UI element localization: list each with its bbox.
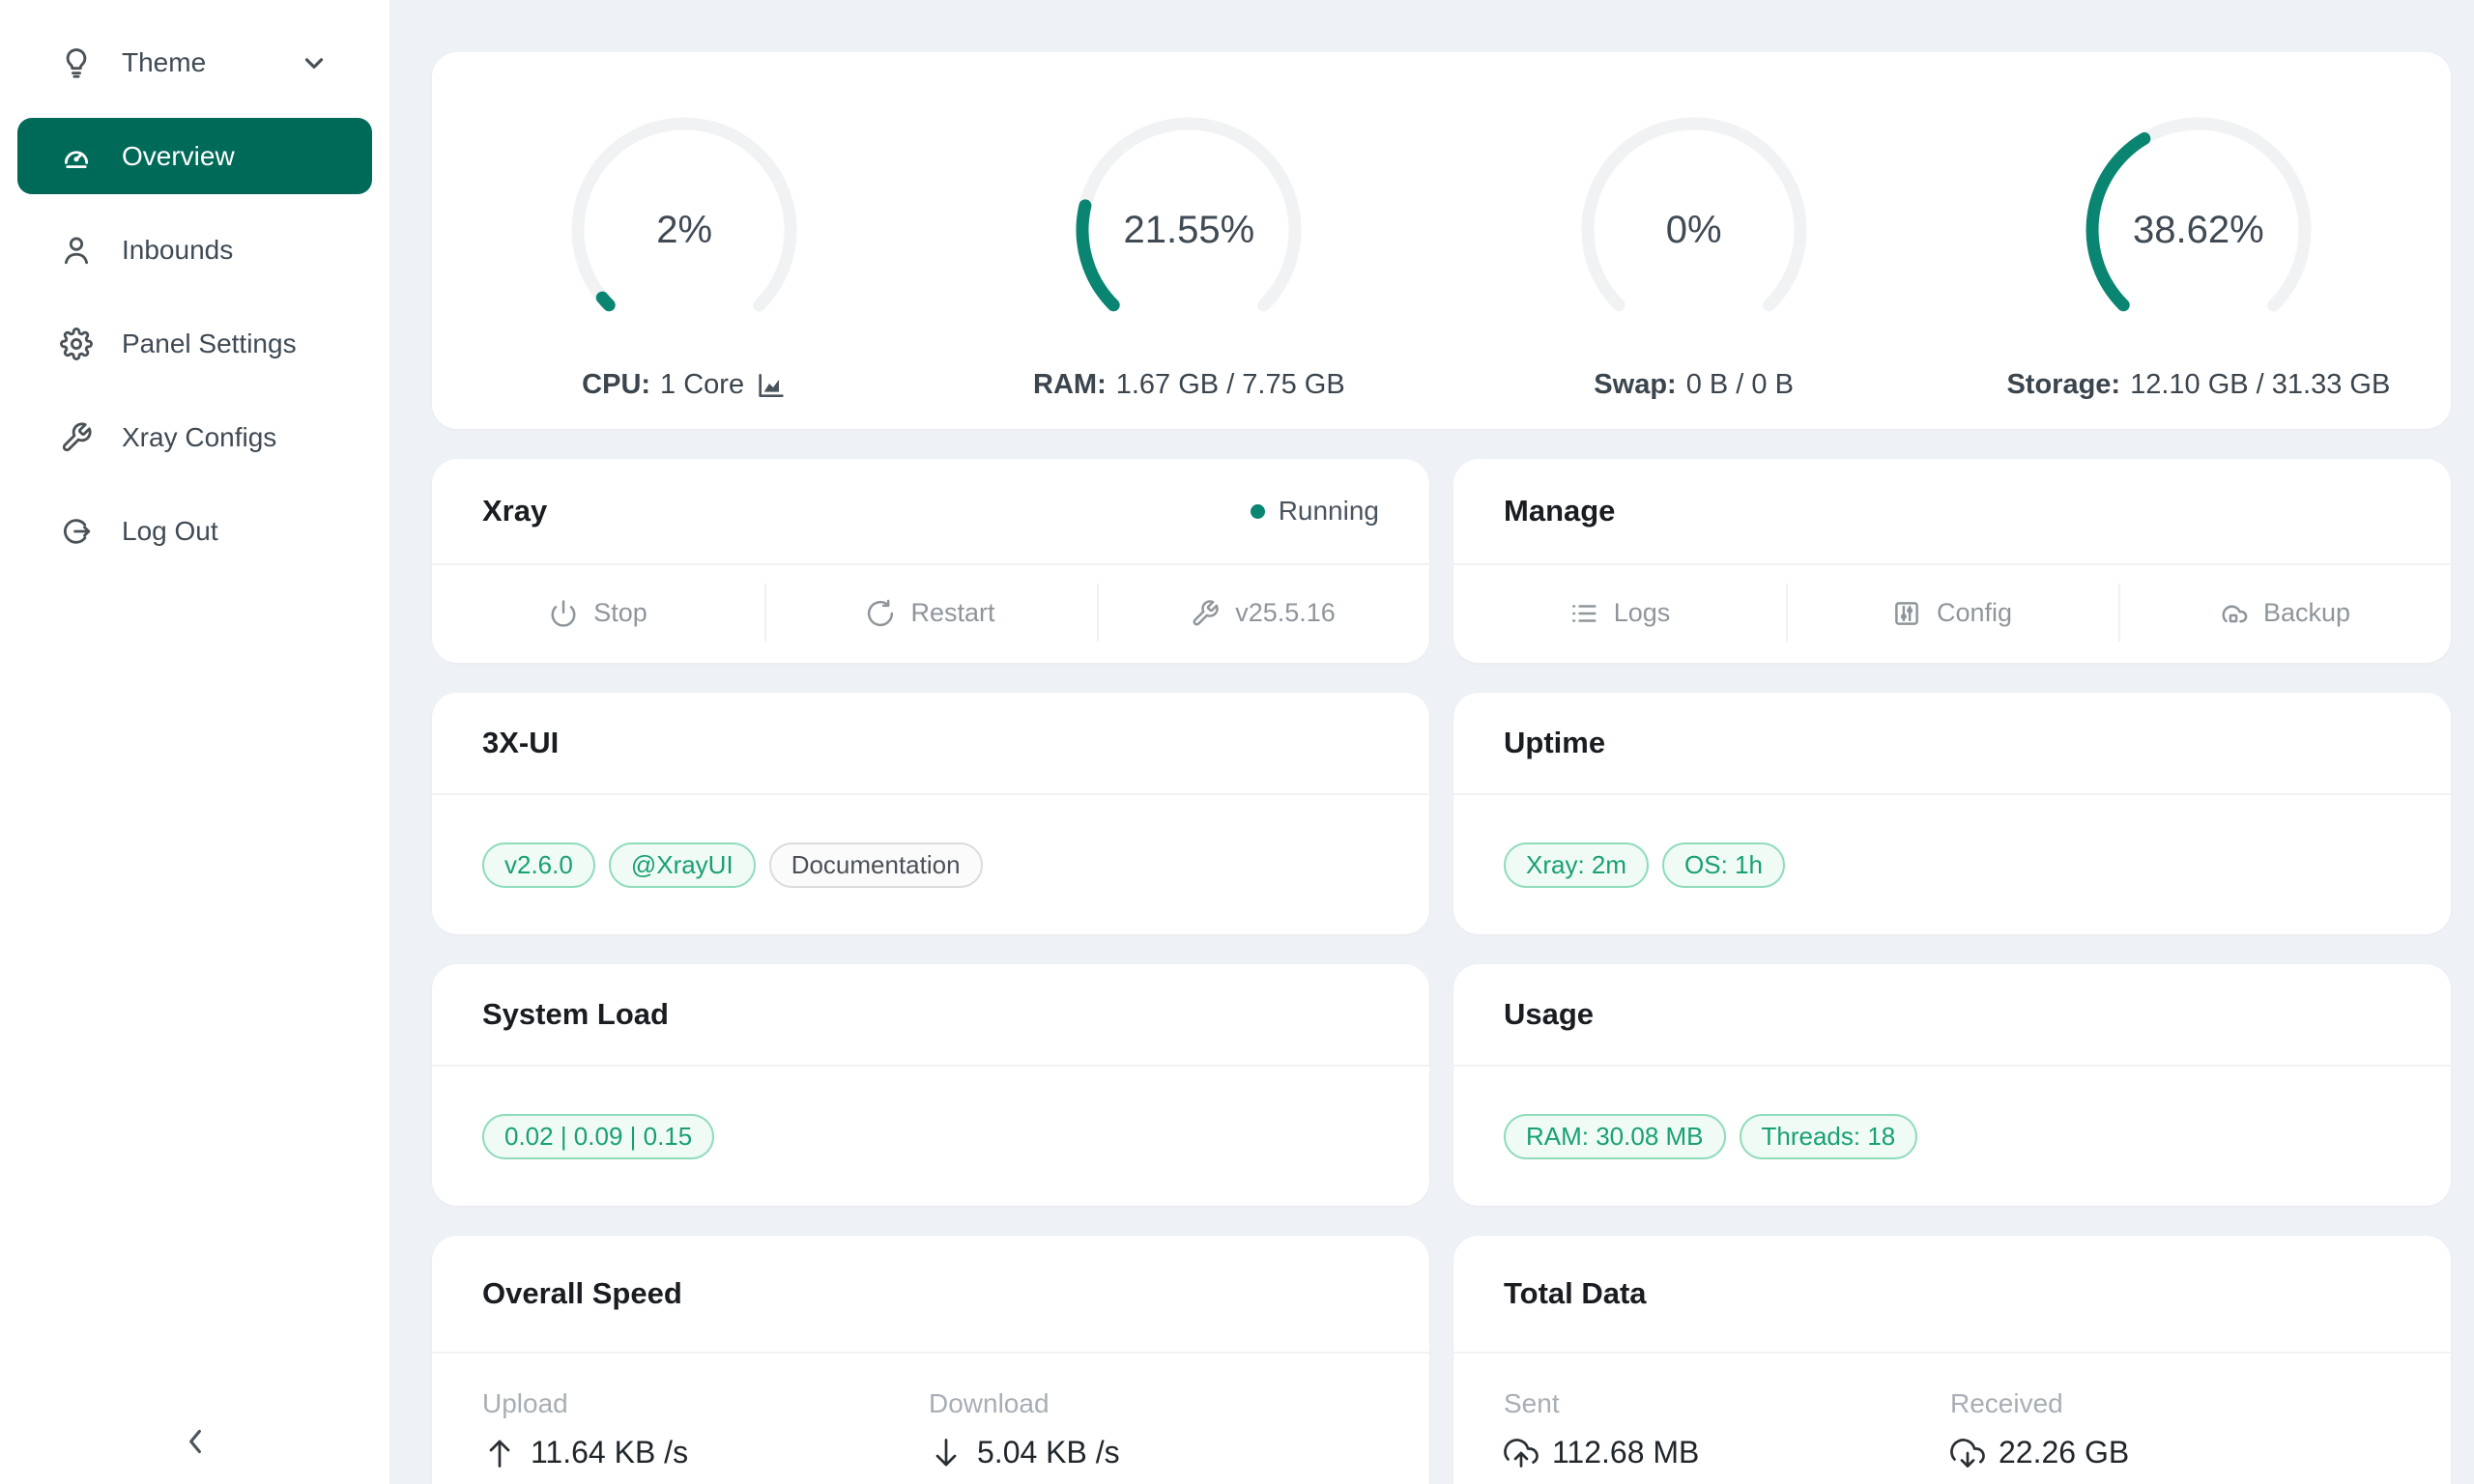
system-load-card: System Load 0.02 | 0.09 | 0.15 (432, 964, 1429, 1206)
uptime-card-title: Uptime (1504, 726, 1605, 760)
arrow-up-icon (482, 1436, 517, 1470)
received-stat: Received 22.26 GB (1950, 1388, 2397, 1470)
overall-speed-card-title: Overall Speed (482, 1276, 682, 1311)
logout-icon (60, 515, 93, 548)
system-gauges-card: 2% CPU: 1 Core 21.55% (432, 52, 2451, 429)
sent-stat: Sent 112.68 MB (1504, 1388, 1950, 1470)
ram-label: RAM: 1.67 GB / 7.75 GB (1033, 369, 1345, 401)
list-icon (1569, 599, 1598, 628)
swap-label: Swap: 0 B / 0 B (1594, 369, 1794, 401)
cpu-chart-icon[interactable] (756, 370, 787, 401)
manage-card: Manage Logs Config (1453, 459, 2451, 663)
logs-button[interactable]: Logs (1453, 565, 1786, 661)
restart-icon (866, 599, 895, 628)
total-data-card-title: Total Data (1504, 1276, 1647, 1311)
wrench-icon (1191, 599, 1220, 628)
sidebar-item-label: Log Out (122, 516, 218, 547)
usage-card-title: Usage (1504, 997, 1594, 1032)
overall-speed-card: Overall Speed Upload 11.64 KB /s Downl (432, 1236, 1429, 1484)
swap-percent: 0% (1578, 114, 1810, 346)
swap-gauge: 0% Swap: 0 B / 0 B (1442, 114, 1946, 401)
xui-card-title: 3X-UI (482, 726, 559, 760)
xray-status: Running (1251, 496, 1379, 527)
sidebar-item-label: Theme (122, 47, 206, 78)
main-content: 2% CPU: 1 Core 21.55% (389, 0, 2474, 1484)
ram-gauge: 21.55% RAM: 1.67 GB / 7.75 GB (936, 114, 1441, 401)
dashboard-page: Theme Overview Inbounds Panel Settings (0, 0, 2474, 1484)
total-data-card: Total Data Sent 112.68 MB Received (1453, 1236, 2451, 1484)
cloud-upload-icon (1504, 1436, 1539, 1470)
sidebar-item-theme[interactable]: Theme (17, 24, 372, 100)
system-load-card-title: System Load (482, 997, 669, 1032)
xray-version-button[interactable]: v25.5.16 (1097, 565, 1429, 661)
sidebar-item-label: Panel Settings (122, 328, 297, 359)
cpu-gauge: 2% CPU: 1 Core (432, 114, 936, 401)
xui-card: 3X-UI v2.6.0 @XrayUI Documentation (432, 693, 1429, 934)
gear-icon (60, 328, 93, 360)
cloud-backup-icon (2219, 599, 2248, 628)
upload-stat: Upload 11.64 KB /s (482, 1388, 929, 1470)
sliders-icon (1892, 599, 1921, 628)
backup-button[interactable]: Backup (2118, 565, 2451, 661)
storage-percent: 38.62% (2083, 114, 2315, 346)
chevron-down-icon (300, 48, 329, 77)
sidebar-item-xray-configs[interactable]: Xray Configs (17, 399, 372, 475)
chevron-left-icon (175, 1421, 216, 1467)
cpu-label: CPU: 1 Core (582, 369, 787, 401)
config-button[interactable]: Config (1786, 565, 2118, 661)
wrench-icon (60, 421, 93, 454)
storage-label: Storage: 12.10 GB / 31.33 GB (2006, 369, 2390, 401)
user-icon (60, 234, 93, 267)
sidebar-item-label: Inbounds (122, 235, 233, 266)
sidebar-item-label: Overview (122, 141, 235, 172)
storage-gauge: 38.62% Storage: 12.10 GB / 31.33 GB (1946, 114, 2451, 401)
sidebar-item-log-out[interactable]: Log Out (17, 493, 372, 569)
usage-card: Usage RAM: 30.08 MB Threads: 18 (1453, 964, 2451, 1206)
xray-restart-button[interactable]: Restart (764, 565, 1097, 661)
dashboard-gauge-icon (60, 140, 93, 173)
xray-card: Xray Running Stop (432, 459, 1429, 663)
bulb-icon (60, 46, 93, 79)
sidebar: Theme Overview Inbounds Panel Settings (0, 0, 389, 1484)
sidebar-item-label: Xray Configs (122, 422, 276, 453)
running-dot-icon (1251, 504, 1265, 519)
arrow-down-icon (929, 1436, 964, 1470)
sidebar-collapse-button[interactable] (0, 1421, 389, 1467)
power-icon (549, 599, 578, 628)
sidebar-item-panel-settings[interactable]: Panel Settings (17, 305, 372, 382)
xray-uptime-tag: Xray: 2m (1504, 842, 1649, 888)
sidebar-item-overview[interactable]: Overview (17, 118, 372, 194)
cpu-percent: 2% (568, 114, 800, 346)
uptime-card: Uptime Xray: 2m OS: 1h (1453, 693, 2451, 934)
xrayui-tag[interactable]: @XrayUI (609, 842, 756, 888)
threads-tag: Threads: 18 (1740, 1114, 1918, 1159)
ram-usage-tag: RAM: 30.08 MB (1504, 1114, 1726, 1159)
cloud-download-icon (1950, 1436, 1985, 1470)
sidebar-item-inbounds[interactable]: Inbounds (17, 212, 372, 288)
download-stat: Download 5.04 KB /s (929, 1388, 1375, 1470)
version-tag[interactable]: v2.6.0 (482, 842, 595, 888)
xray-card-title: Xray (482, 494, 547, 528)
xray-stop-button[interactable]: Stop (432, 565, 764, 661)
documentation-tag[interactable]: Documentation (769, 842, 983, 888)
load-average-tag: 0.02 | 0.09 | 0.15 (482, 1114, 714, 1159)
ram-percent: 21.55% (1073, 114, 1305, 346)
os-uptime-tag: OS: 1h (1662, 842, 1785, 888)
manage-card-title: Manage (1504, 494, 1615, 528)
